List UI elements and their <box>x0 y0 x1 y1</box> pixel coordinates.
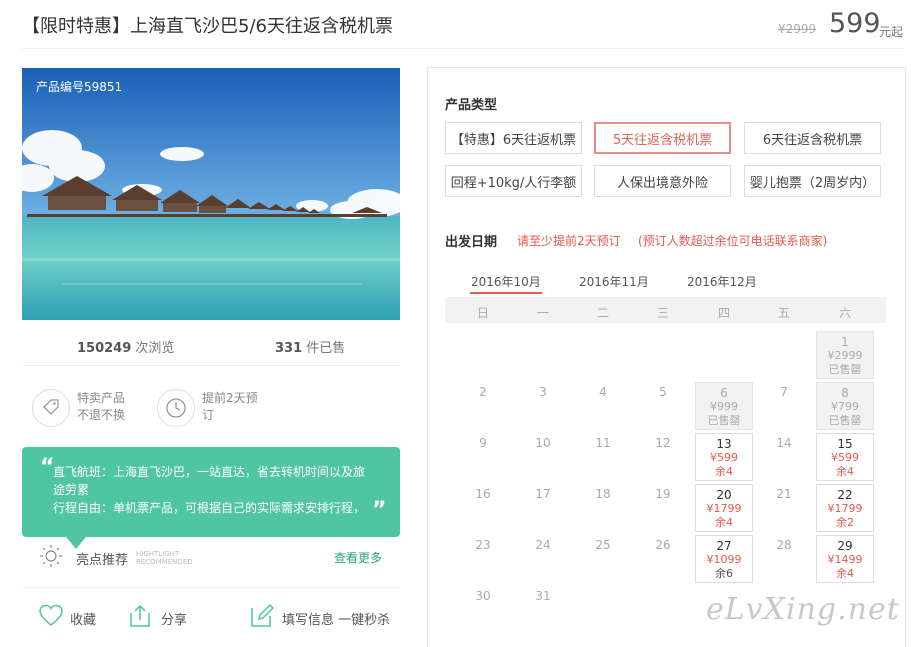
edit-icon <box>250 603 275 632</box>
weekday-fri: 五 <box>777 306 790 320</box>
contact-note: (预订人数超过余位可电话联系商家) <box>638 234 828 248</box>
feature-special: 特卖产品 不退不换 <box>77 391 126 422</box>
calendar-day-soldout: 6 ¥999 已售罄 <box>695 382 753 430</box>
weekday-mon: 一 <box>536 306 549 320</box>
calendar-day-soldout: 8 ¥799 已售罄 <box>816 382 874 430</box>
option-luggage[interactable]: 回程+10kg/人行李额 <box>445 165 582 197</box>
weekday-tue: 二 <box>596 306 609 320</box>
option-5day-selected[interactable]: 5天往返含税机票 <box>594 122 731 154</box>
calendar-day: 25 <box>595 538 611 552</box>
calendar-day: 2 <box>479 385 487 399</box>
calendar-day: 14 <box>776 436 792 450</box>
calendar-day: 7 <box>780 385 788 399</box>
weekday-wed: 三 <box>656 306 669 320</box>
calendar-day: 21 <box>776 487 792 501</box>
weekday-sun: 日 <box>476 306 489 320</box>
highlight-line1: 直飞航班：上海直飞沙巴，一站直达，省去转机时间以及旅 <box>53 465 366 479</box>
watermark: eLvXing.net <box>706 592 900 627</box>
feature-advance: 提前2天预订 <box>202 391 258 422</box>
calendar-day: 26 <box>655 538 671 552</box>
header-divider <box>22 48 904 49</box>
calendar-day: 30 <box>475 589 491 603</box>
calendar-day: 10 <box>535 436 551 450</box>
highlight-line3: 行程自由：单机票产品，可根据自己的实际需求安排行程， <box>53 501 366 515</box>
option-infant[interactable]: 婴儿抱票（2周岁内） <box>744 165 881 197</box>
calendar-day: 16 <box>475 487 491 501</box>
month-tab-dec[interactable]: 2016年12月 <box>687 273 757 290</box>
calendar-day: 5 <box>659 385 667 399</box>
calendar-day: 24 <box>535 538 551 552</box>
option-special-6day[interactable]: 【特惠】6天往返机票 <box>445 122 582 154</box>
page-title: 【限时特惠】上海直飞沙巴5/6天往返含税机票 <box>22 16 393 37</box>
weekday-thu: 四 <box>717 306 730 320</box>
divider <box>22 365 400 366</box>
share-icon <box>128 604 152 632</box>
highlight-box: “ 直飞航班：上海直飞沙巴，一站直达，省去转机时间以及旅 途劳累 行程自由：单机… <box>22 447 400 537</box>
calendar-day: 18 <box>595 487 611 501</box>
option-6day[interactable]: 6天往返含税机票 <box>744 122 881 154</box>
calendar-day-available[interactable]: 22 ¥1799 余2 <box>816 484 874 532</box>
share-label: 分享 <box>161 613 188 628</box>
calendar-day: 23 <box>475 538 491 552</box>
calendar-day: 31 <box>535 589 551 603</box>
calendar-day-available[interactable]: 27 ¥1099 余6 <box>695 535 753 583</box>
favorite-label: 收藏 <box>70 613 97 628</box>
calendar-day-available[interactable]: 29 ¥1499 余4 <box>816 535 874 583</box>
product-photo <box>22 68 400 320</box>
heart-icon <box>38 604 64 632</box>
clock-icon <box>157 389 195 427</box>
calendar-day: 3 <box>539 385 547 399</box>
weekday-sat: 六 <box>838 306 851 320</box>
calendar-day: 28 <box>776 538 792 552</box>
tag-icon <box>32 389 70 427</box>
calendar-day: 11 <box>595 436 611 450</box>
departure-title: 出发日期 <box>445 235 498 250</box>
month-tab-nov[interactable]: 2016年11月 <box>579 273 649 290</box>
highlight-tail <box>66 537 86 549</box>
calendar-day-available[interactable]: 20 ¥1799 余4 <box>695 484 753 532</box>
calendar-day-soldout: 1 ¥2999 已售罄 <box>816 331 874 379</box>
calendar-day-available[interactable]: 15 ¥599 余4 <box>816 433 874 481</box>
view-count: 150249 次浏览 <box>77 341 175 356</box>
current-price: 599 <box>829 8 881 39</box>
active-month-indicator <box>470 292 542 294</box>
original-price: ¥2999 <box>778 22 817 36</box>
advance-note: 请至少提前2天预订 <box>517 234 621 248</box>
calendar-day-available[interactable]: 13 ¥599 余4 <box>695 433 753 481</box>
highlight-label: 亮点推荐 <box>76 553 129 568</box>
calendar-day: 19 <box>655 487 671 501</box>
calendar-day: 17 <box>535 487 551 501</box>
fill-info-label: 填写信息 一键秒杀 <box>282 613 391 628</box>
month-tab-oct[interactable]: 2016年10月 <box>471 273 541 290</box>
divider <box>22 587 400 588</box>
calendar-day: 9 <box>479 436 487 450</box>
highlight-label-en: HIGHTLIGHT RECOMMENDED <box>136 550 193 566</box>
price-unit: 元起 <box>879 25 904 39</box>
view-more-link[interactable]: 查看更多 <box>334 549 382 566</box>
product-type-title: 产品类型 <box>445 98 498 113</box>
sun-icon <box>40 545 62 571</box>
sold-count: 331 件已售 <box>275 341 346 356</box>
highlight-line2: 途劳累 <box>53 483 90 497</box>
option-insurance[interactable]: 人保出境意外险 <box>594 165 731 197</box>
product-number: 产品编号59851 <box>36 80 123 94</box>
close-quote: ” <box>372 498 387 523</box>
calendar-day: 12 <box>655 436 671 450</box>
calendar-day: 4 <box>599 385 607 399</box>
